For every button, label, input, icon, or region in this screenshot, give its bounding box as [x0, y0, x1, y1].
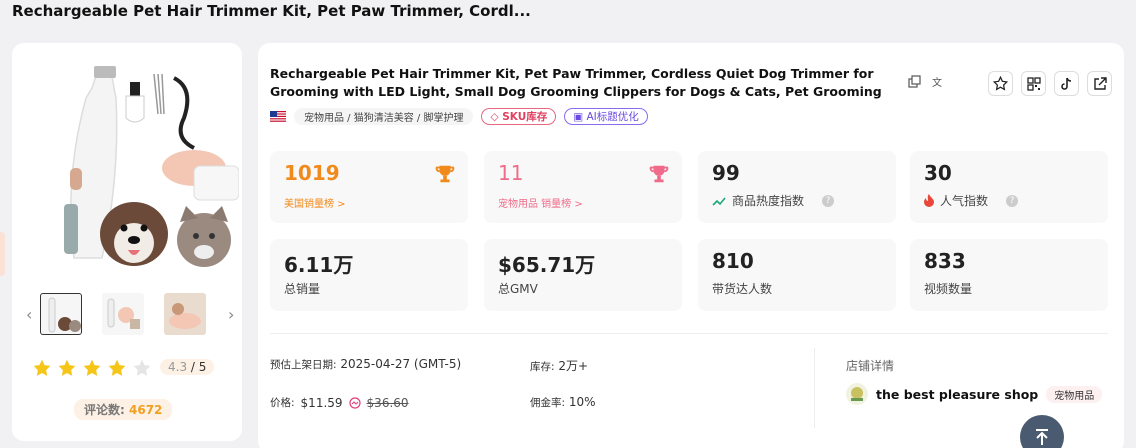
star-icon: [83, 359, 101, 376]
external-link-icon: [1093, 76, 1107, 90]
trophy-pink-icon: [649, 165, 669, 183]
price-value: $11.59: [300, 395, 343, 410]
rating-max: / 5: [190, 360, 207, 374]
vertical-divider: [814, 348, 815, 428]
launch-date-info: 预估上架日期: 2025-04-27 (GMT-5): [270, 357, 461, 372]
sku-label: SKU库存: [502, 111, 548, 123]
heat-value: 99: [712, 161, 740, 185]
stat-us-rank[interactable]: 1019 美国销量榜 >: [270, 151, 468, 223]
title-tools: 文: [908, 75, 946, 89]
rating-stars: [32, 358, 152, 378]
open-external-button[interactable]: [1087, 71, 1112, 96]
arrow-up-icon: [1036, 429, 1048, 445]
star-outline-icon: [993, 76, 1008, 91]
rating-value: 4.3: [168, 360, 188, 374]
stat-heat-index: 99 商品热度指数 ?: [698, 151, 896, 223]
stat-influencers: 810 带货达人数: [698, 239, 896, 311]
left-edge-tab[interactable]: [0, 232, 5, 276]
stock-info: 库存: 2万+: [530, 357, 588, 374]
popularity-value: 30: [924, 161, 952, 185]
price-info: 价格: $11.59 $36.60: [270, 395, 409, 410]
thumbnail-2[interactable]: [102, 293, 144, 335]
prev-image-arrow-icon[interactable]: ‹: [26, 305, 32, 324]
commission-value: 10%: [568, 395, 596, 409]
us-rank-value: 1019: [284, 161, 340, 185]
qr-code-button[interactable]: [1021, 71, 1046, 96]
qr-code-icon: [1026, 76, 1041, 91]
ai-title-button[interactable]: ▣ AI标题优化: [564, 108, 648, 125]
us-flag-icon: [270, 111, 286, 122]
tiktok-icon: [1060, 77, 1071, 90]
stat-popularity-index: 30 人气指数 ?: [910, 151, 1108, 223]
popularity-label-row: 人气指数 ?: [924, 192, 1019, 209]
stat-total-sales: 6.11万 总销量: [270, 239, 468, 311]
gmv-label: 总GMV: [498, 282, 538, 296]
product-media-card: ‹ › 4.3 / 5 评论数: 4672: [12, 43, 242, 441]
review-count-badge: 评论数: 4672: [74, 399, 173, 420]
ai-label: AI标题优化: [586, 111, 639, 123]
stat-total-gmv: $65.71万 总GMV: [484, 239, 682, 311]
help-icon[interactable]: ?: [1006, 194, 1019, 207]
tiktok-button[interactable]: [1054, 71, 1079, 96]
popularity-label: 人气指数: [940, 194, 989, 208]
thumbnail-strip: ‹ ›: [26, 293, 234, 341]
favorite-button[interactable]: [988, 71, 1013, 96]
section-divider: [270, 333, 1108, 334]
thumbnail-3[interactable]: [164, 293, 206, 335]
stock-value: 2万+: [558, 359, 589, 373]
shop-header: 店铺详情: [846, 359, 895, 373]
launch-date-label: 预估上架日期:: [270, 359, 337, 371]
help-icon[interactable]: ?: [822, 194, 835, 207]
reviews-label: 评论数:: [84, 403, 125, 417]
category-path[interactable]: 宠物用品 / 猫狗清洁美容 / 脚掌护理: [294, 108, 474, 125]
shop-row[interactable]: the best pleasure shop 宠物用品: [846, 383, 1103, 405]
tag-row: 宠物用品 / 猫狗清洁美容 / 脚掌护理 ◇ SKU库存 ▣ AI标题优化: [270, 108, 648, 125]
sku-stock-button[interactable]: ◇ SKU库存: [481, 108, 557, 125]
rating-score: 4.3 / 5: [160, 359, 215, 375]
influencers-label: 带货达人数: [712, 282, 773, 296]
category-rank-link[interactable]: 宠物用品 销量榜 >: [498, 195, 583, 210]
gmv-value: $65.71万: [498, 253, 596, 277]
us-rank-link[interactable]: 美国销量榜 >: [284, 195, 346, 210]
svg-text:文: 文: [932, 76, 942, 89]
heat-label-row: 商品热度指数 ?: [712, 192, 835, 209]
translate-icon[interactable]: 文: [932, 75, 946, 89]
commission-label: 佣金率:: [530, 397, 566, 409]
stat-videos: 833 视频数量: [910, 239, 1108, 311]
price-trend-icon[interactable]: [348, 396, 361, 409]
stock-label: 库存:: [530, 361, 555, 373]
reviews-count: 4672: [129, 403, 163, 417]
star-icon: [108, 359, 126, 376]
product-main-image[interactable]: [34, 58, 240, 268]
category-rank-value: 11: [498, 161, 524, 185]
star-empty-icon: [133, 359, 151, 376]
commission-info: 佣金率: 10%: [530, 395, 596, 410]
shop-category: 宠物用品: [1046, 385, 1103, 403]
stat-category-rank[interactable]: 11 宠物用品 销量榜 >: [484, 151, 682, 223]
thumbnail-1[interactable]: [40, 293, 82, 335]
trend-up-icon: [712, 196, 726, 206]
copy-icon[interactable]: [908, 75, 922, 89]
shop-name[interactable]: the best pleasure shop: [876, 387, 1038, 402]
total-sales-label: 总销量: [284, 282, 321, 296]
price-label: 价格:: [270, 397, 295, 409]
star-icon: [33, 359, 51, 376]
product-detail-card: Rechargeable Pet Hair Trimmer Kit, Pet P…: [258, 43, 1124, 448]
action-buttons: [988, 71, 1112, 96]
star-icon: [58, 359, 76, 376]
heat-label: 商品热度指数: [732, 194, 805, 208]
total-sales-value: 6.11万: [284, 253, 354, 277]
influencers-value: 810: [712, 249, 754, 273]
videos-label: 视频数量: [924, 282, 973, 296]
fire-icon: [924, 194, 934, 207]
trophy-icon: [435, 165, 455, 183]
product-title: Rechargeable Pet Hair Trimmer Kit, Pet P…: [270, 66, 882, 99]
shop-logo-icon: [846, 383, 868, 405]
launch-date-value: 2025-04-27 (GMT-5): [340, 357, 462, 371]
page-title: Rechargeable Pet Hair Trimmer Kit, Pet P…: [12, 2, 531, 20]
next-image-arrow-icon[interactable]: ›: [228, 305, 234, 324]
original-price: $36.60: [366, 395, 409, 410]
videos-value: 833: [924, 249, 966, 273]
